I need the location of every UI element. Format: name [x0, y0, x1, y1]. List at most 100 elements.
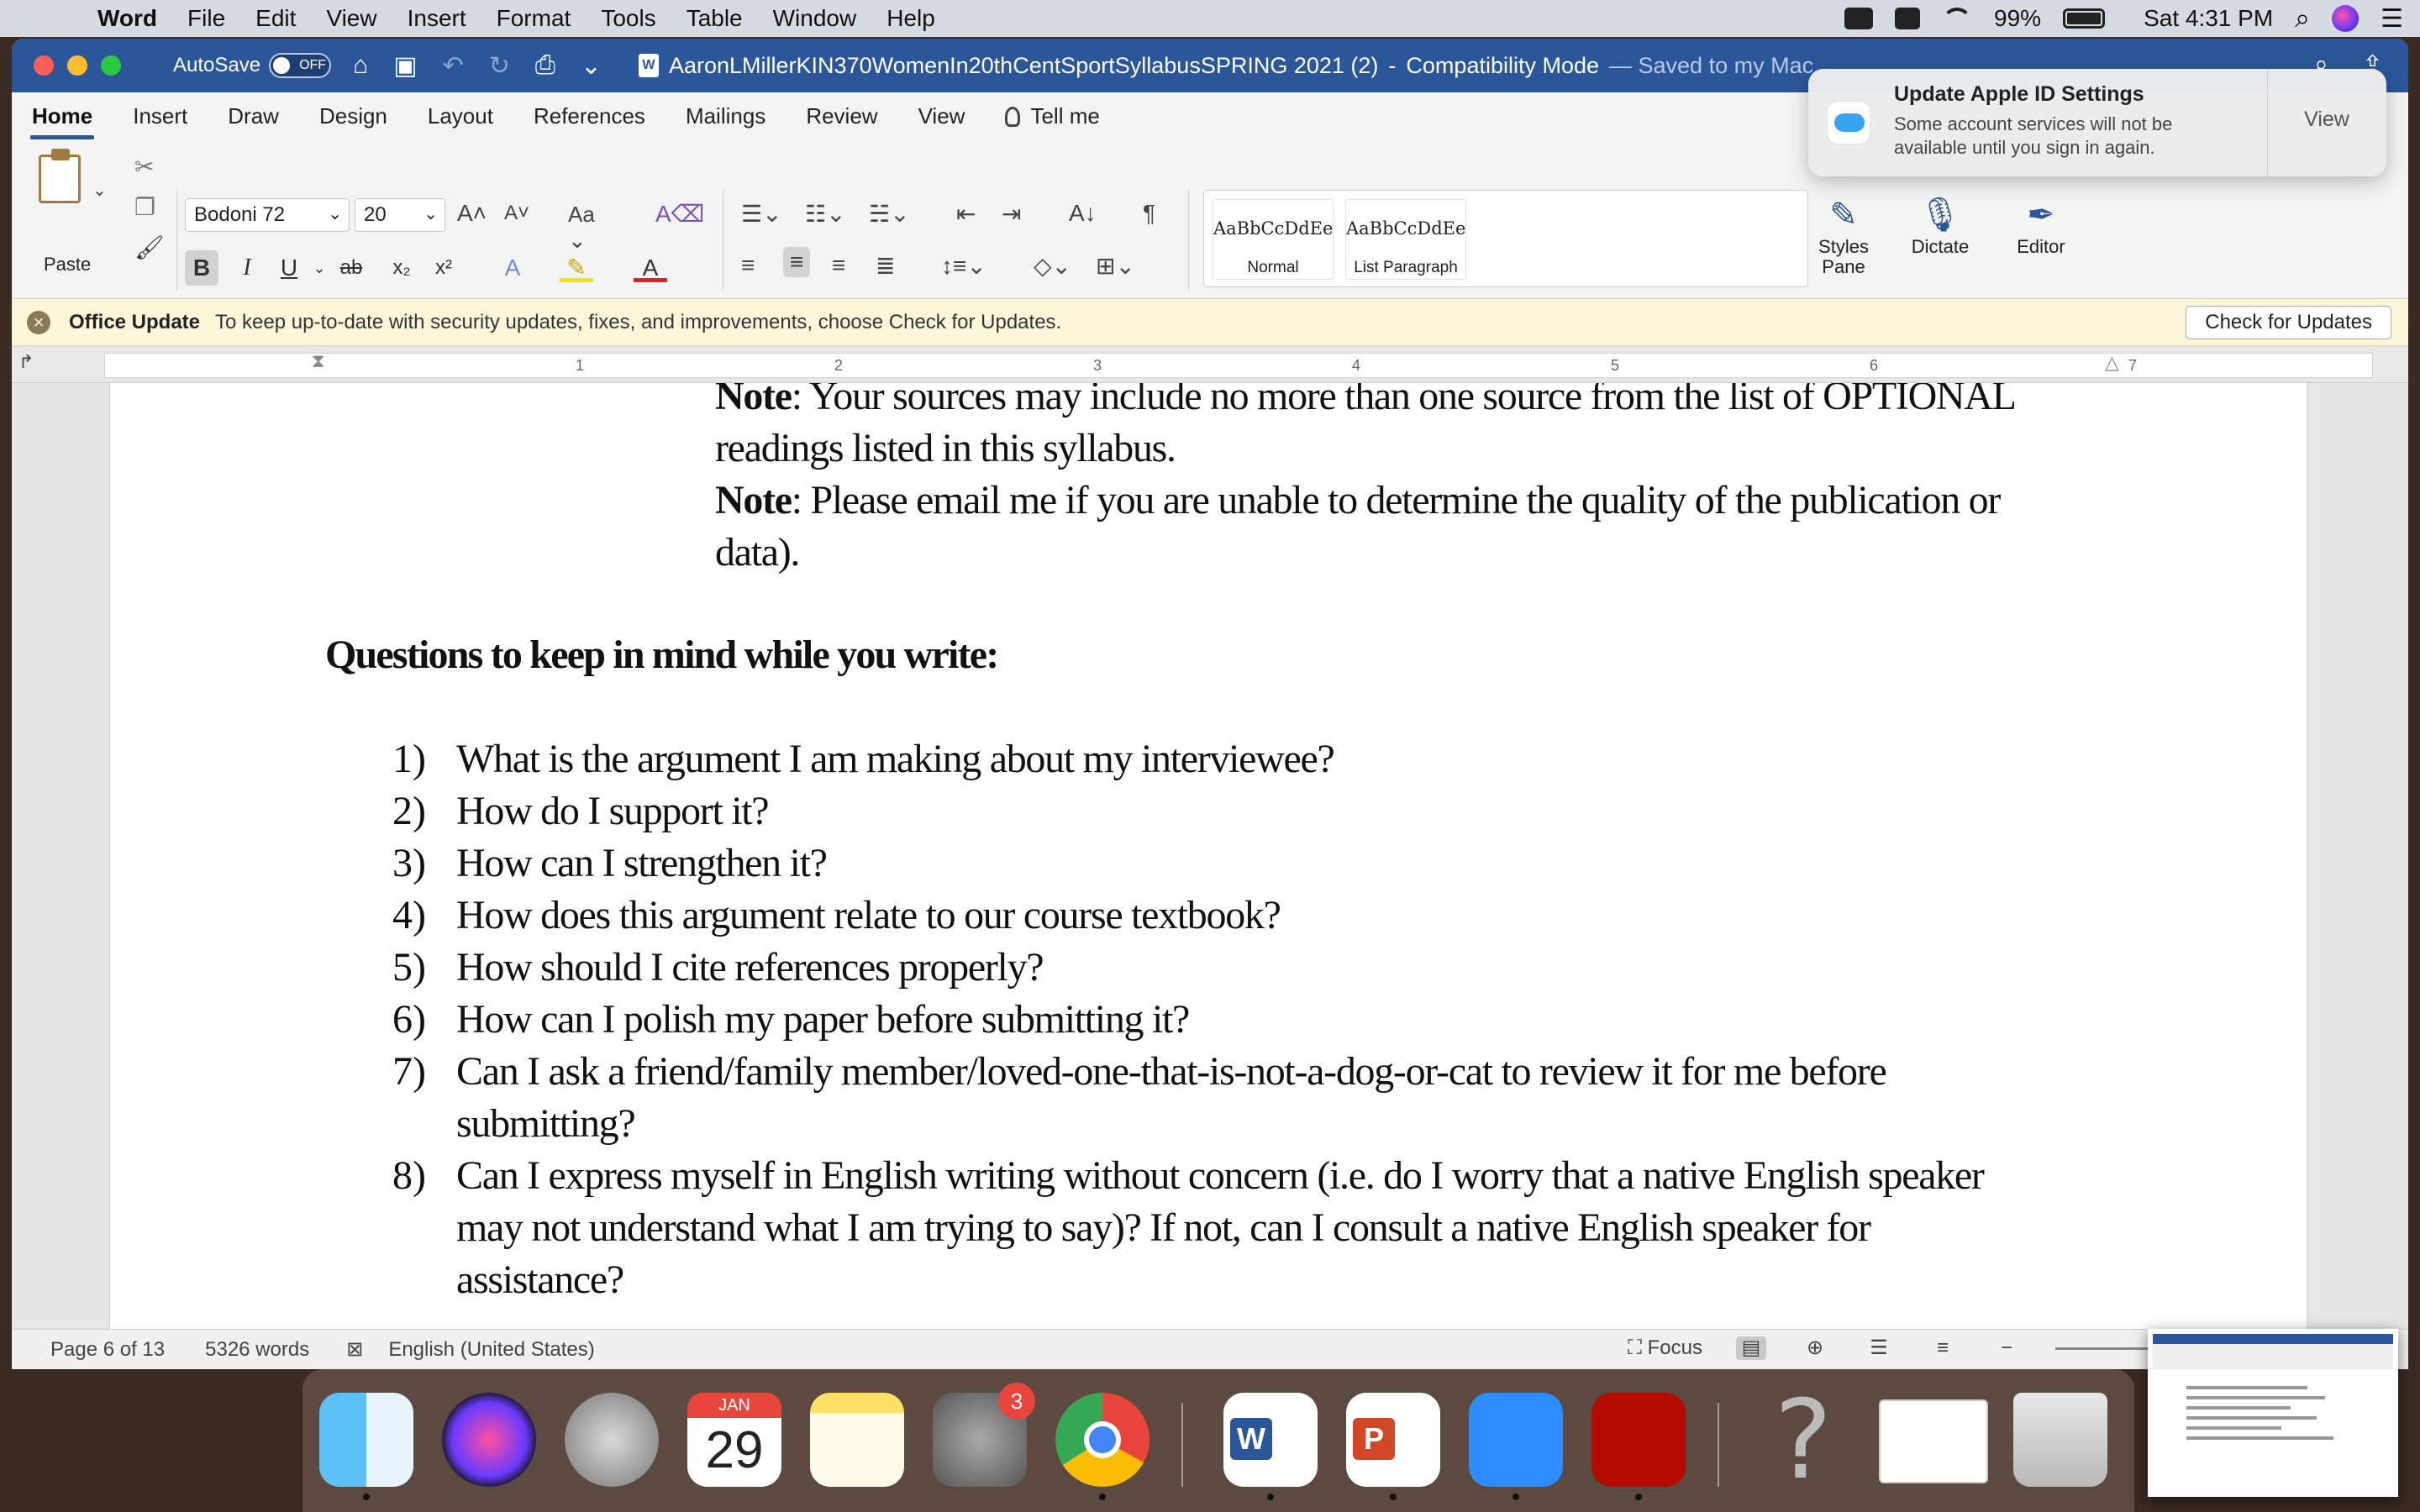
zoom-app-icon[interactable]	[1469, 1393, 1563, 1500]
paste-button-label[interactable]: Paste	[44, 254, 91, 276]
tab-design[interactable]: Design	[299, 103, 408, 139]
menu-format[interactable]: Format	[481, 5, 587, 32]
apple-id-notification[interactable]: Update Apple ID Settings Some account se…	[1808, 69, 2386, 176]
save-icon[interactable]: ▣	[393, 51, 417, 81]
tab-references[interactable]: References	[513, 103, 666, 139]
menu-table[interactable]: Table	[671, 5, 758, 32]
notification-view-button[interactable]: View	[2267, 108, 2386, 132]
style-list-paragraph[interactable]: AaBbCcDdEe List Paragraph	[1345, 199, 1466, 280]
underline-dropdown-icon[interactable]: ⌄	[302, 250, 336, 286]
italic-button[interactable]: I	[230, 250, 264, 286]
siri-icon[interactable]	[2332, 5, 2360, 32]
customize-toolbar-icon[interactable]: ⌄	[581, 51, 602, 81]
screenshot-thumbnail[interactable]	[2148, 1329, 2398, 1497]
dictate-button[interactable]: 🎙 Dictate	[1894, 198, 1986, 257]
tell-me[interactable]: Tell me	[985, 103, 1119, 139]
redo-icon[interactable]: ↻	[489, 51, 510, 81]
align-right-icon[interactable]: ≡	[832, 252, 845, 279]
calendar-icon[interactable]: JAN 29	[687, 1393, 781, 1487]
undo-icon[interactable]: ↶	[443, 51, 464, 81]
ruler-scale[interactable]: 1 2 3 4 5 6 7 ⧗ △	[104, 350, 2373, 378]
zoom-out-icon[interactable]: −	[1991, 1336, 2022, 1360]
text-effects-icon[interactable]: A	[496, 250, 529, 286]
system-preferences-icon[interactable]: 3	[933, 1383, 1035, 1487]
bold-button[interactable]: B	[185, 250, 218, 286]
focus-mode-button[interactable]: ⛶ Focus	[1628, 1336, 1702, 1360]
menu-window[interactable]: Window	[758, 5, 872, 32]
minimize-window-button[interactable]	[67, 55, 87, 76]
page-count[interactable]: Page 6 of 13	[50, 1338, 165, 1362]
tab-insert[interactable]: Insert	[113, 103, 208, 139]
justify-icon[interactable]: ≣	[876, 252, 895, 280]
check-for-updates-button[interactable]: Check for Updates	[2186, 306, 2391, 339]
superscript-button[interactable]: x²	[427, 250, 460, 286]
word-app-icon[interactable]	[1223, 1393, 1318, 1500]
multilevel-list-icon[interactable]: ☵⌄	[869, 200, 910, 228]
spotlight-search-icon[interactable]: ⌕	[2295, 3, 2310, 34]
styles-pane-button[interactable]: ✎ Styles Pane	[1802, 198, 1886, 277]
strikethrough-button[interactable]: ab	[334, 250, 368, 286]
siri-dock-icon[interactable]	[442, 1393, 536, 1487]
autosave-control[interactable]: AutoSave OFF	[173, 53, 332, 78]
paste-dropdown-icon[interactable]: ⌄	[92, 180, 107, 201]
menu-help[interactable]: Help	[871, 5, 950, 32]
wifi-icon[interactable]	[1942, 8, 1973, 29]
draft-view-icon[interactable]: ≡	[1928, 1336, 1958, 1360]
print-icon[interactable]: ⎙	[535, 51, 555, 81]
tab-home[interactable]: Home	[12, 103, 113, 139]
tab-layout[interactable]: Layout	[408, 103, 513, 139]
align-center-icon[interactable]: ≡	[783, 247, 811, 277]
change-case-button[interactable]: Aa ⌄	[568, 202, 595, 254]
document-page[interactable]: Note: Your sources may include no more t…	[109, 383, 2307, 1329]
notification-status-icon[interactable]	[1895, 8, 1921, 29]
outline-view-icon[interactable]: ☰	[1864, 1336, 1894, 1360]
language-status[interactable]: English (United States)	[388, 1338, 594, 1362]
recent-document-icon[interactable]	[1879, 1399, 1988, 1483]
menu-file[interactable]: File	[172, 5, 240, 32]
menu-edit[interactable]: Edit	[240, 5, 311, 32]
highlight-color-icon[interactable]: ✎	[560, 250, 593, 282]
underline-button[interactable]: U	[272, 250, 306, 286]
editor-button[interactable]: ✒ Editor	[1995, 198, 2087, 257]
dismiss-update-icon[interactable]: ×	[27, 310, 50, 334]
bullets-icon[interactable]: ☰⌄	[741, 200, 782, 228]
trash-icon[interactable]	[2013, 1393, 2107, 1487]
powerpoint-icon[interactable]	[1346, 1393, 1440, 1500]
finder-icon[interactable]	[319, 1393, 413, 1500]
zoom-slider[interactable]	[2055, 1347, 2156, 1350]
launchpad-icon[interactable]	[565, 1393, 659, 1487]
tab-review[interactable]: Review	[786, 103, 897, 139]
fullscreen-window-button[interactable]	[101, 55, 121, 76]
right-indent-marker-icon[interactable]: △	[2105, 352, 2119, 374]
numbering-icon[interactable]: ☷⌄	[805, 200, 846, 228]
tab-draw[interactable]: Draw	[208, 103, 299, 139]
font-color-icon[interactable]: A	[634, 250, 667, 282]
decrease-indent-icon[interactable]: ⇤	[956, 200, 976, 228]
shading-icon[interactable]: ◇⌄	[1034, 252, 1071, 280]
shrink-font-icon[interactable]: A˅	[504, 202, 529, 225]
menu-view[interactable]: View	[311, 5, 392, 32]
format-painter-icon[interactable]: 🖌	[134, 234, 165, 261]
borders-icon[interactable]: ⊞⌄	[1096, 252, 1135, 280]
cut-icon[interactable]: ✂	[134, 153, 154, 181]
show-formatting-marks-icon[interactable]: ¶	[1143, 200, 1155, 227]
zoom-status-icon[interactable]	[1844, 8, 1874, 29]
autosave-toggle[interactable]: OFF	[269, 53, 332, 78]
web-layout-view-icon[interactable]: ⊕	[1800, 1336, 1830, 1360]
grow-font-icon[interactable]: A˄	[457, 200, 487, 227]
paste-icon[interactable]	[39, 149, 81, 203]
menu-app-word[interactable]: Word	[82, 5, 172, 32]
align-left-icon[interactable]: ≡	[741, 252, 755, 279]
indent-marker-icon[interactable]: ⧗	[312, 350, 324, 372]
font-name-select[interactable]: Bodoni 72 ⌄	[185, 198, 350, 232]
notes-icon[interactable]	[810, 1393, 904, 1487]
clear-formatting-icon[interactable]: A⌫	[655, 200, 704, 228]
tab-mailings[interactable]: Mailings	[666, 103, 786, 139]
sort-icon[interactable]: A↓	[1069, 200, 1097, 227]
proofing-icon[interactable]: ⊠	[346, 1337, 363, 1362]
copy-icon[interactable]: ❐	[134, 193, 155, 221]
word-count[interactable]: 5326 words	[205, 1338, 309, 1362]
document-canvas[interactable]: Note: Your sources may include no more t…	[12, 383, 2408, 1329]
menu-insert[interactable]: Insert	[392, 5, 481, 32]
menu-bar-clock[interactable]: Sat 4:31 PM	[2144, 5, 2273, 32]
